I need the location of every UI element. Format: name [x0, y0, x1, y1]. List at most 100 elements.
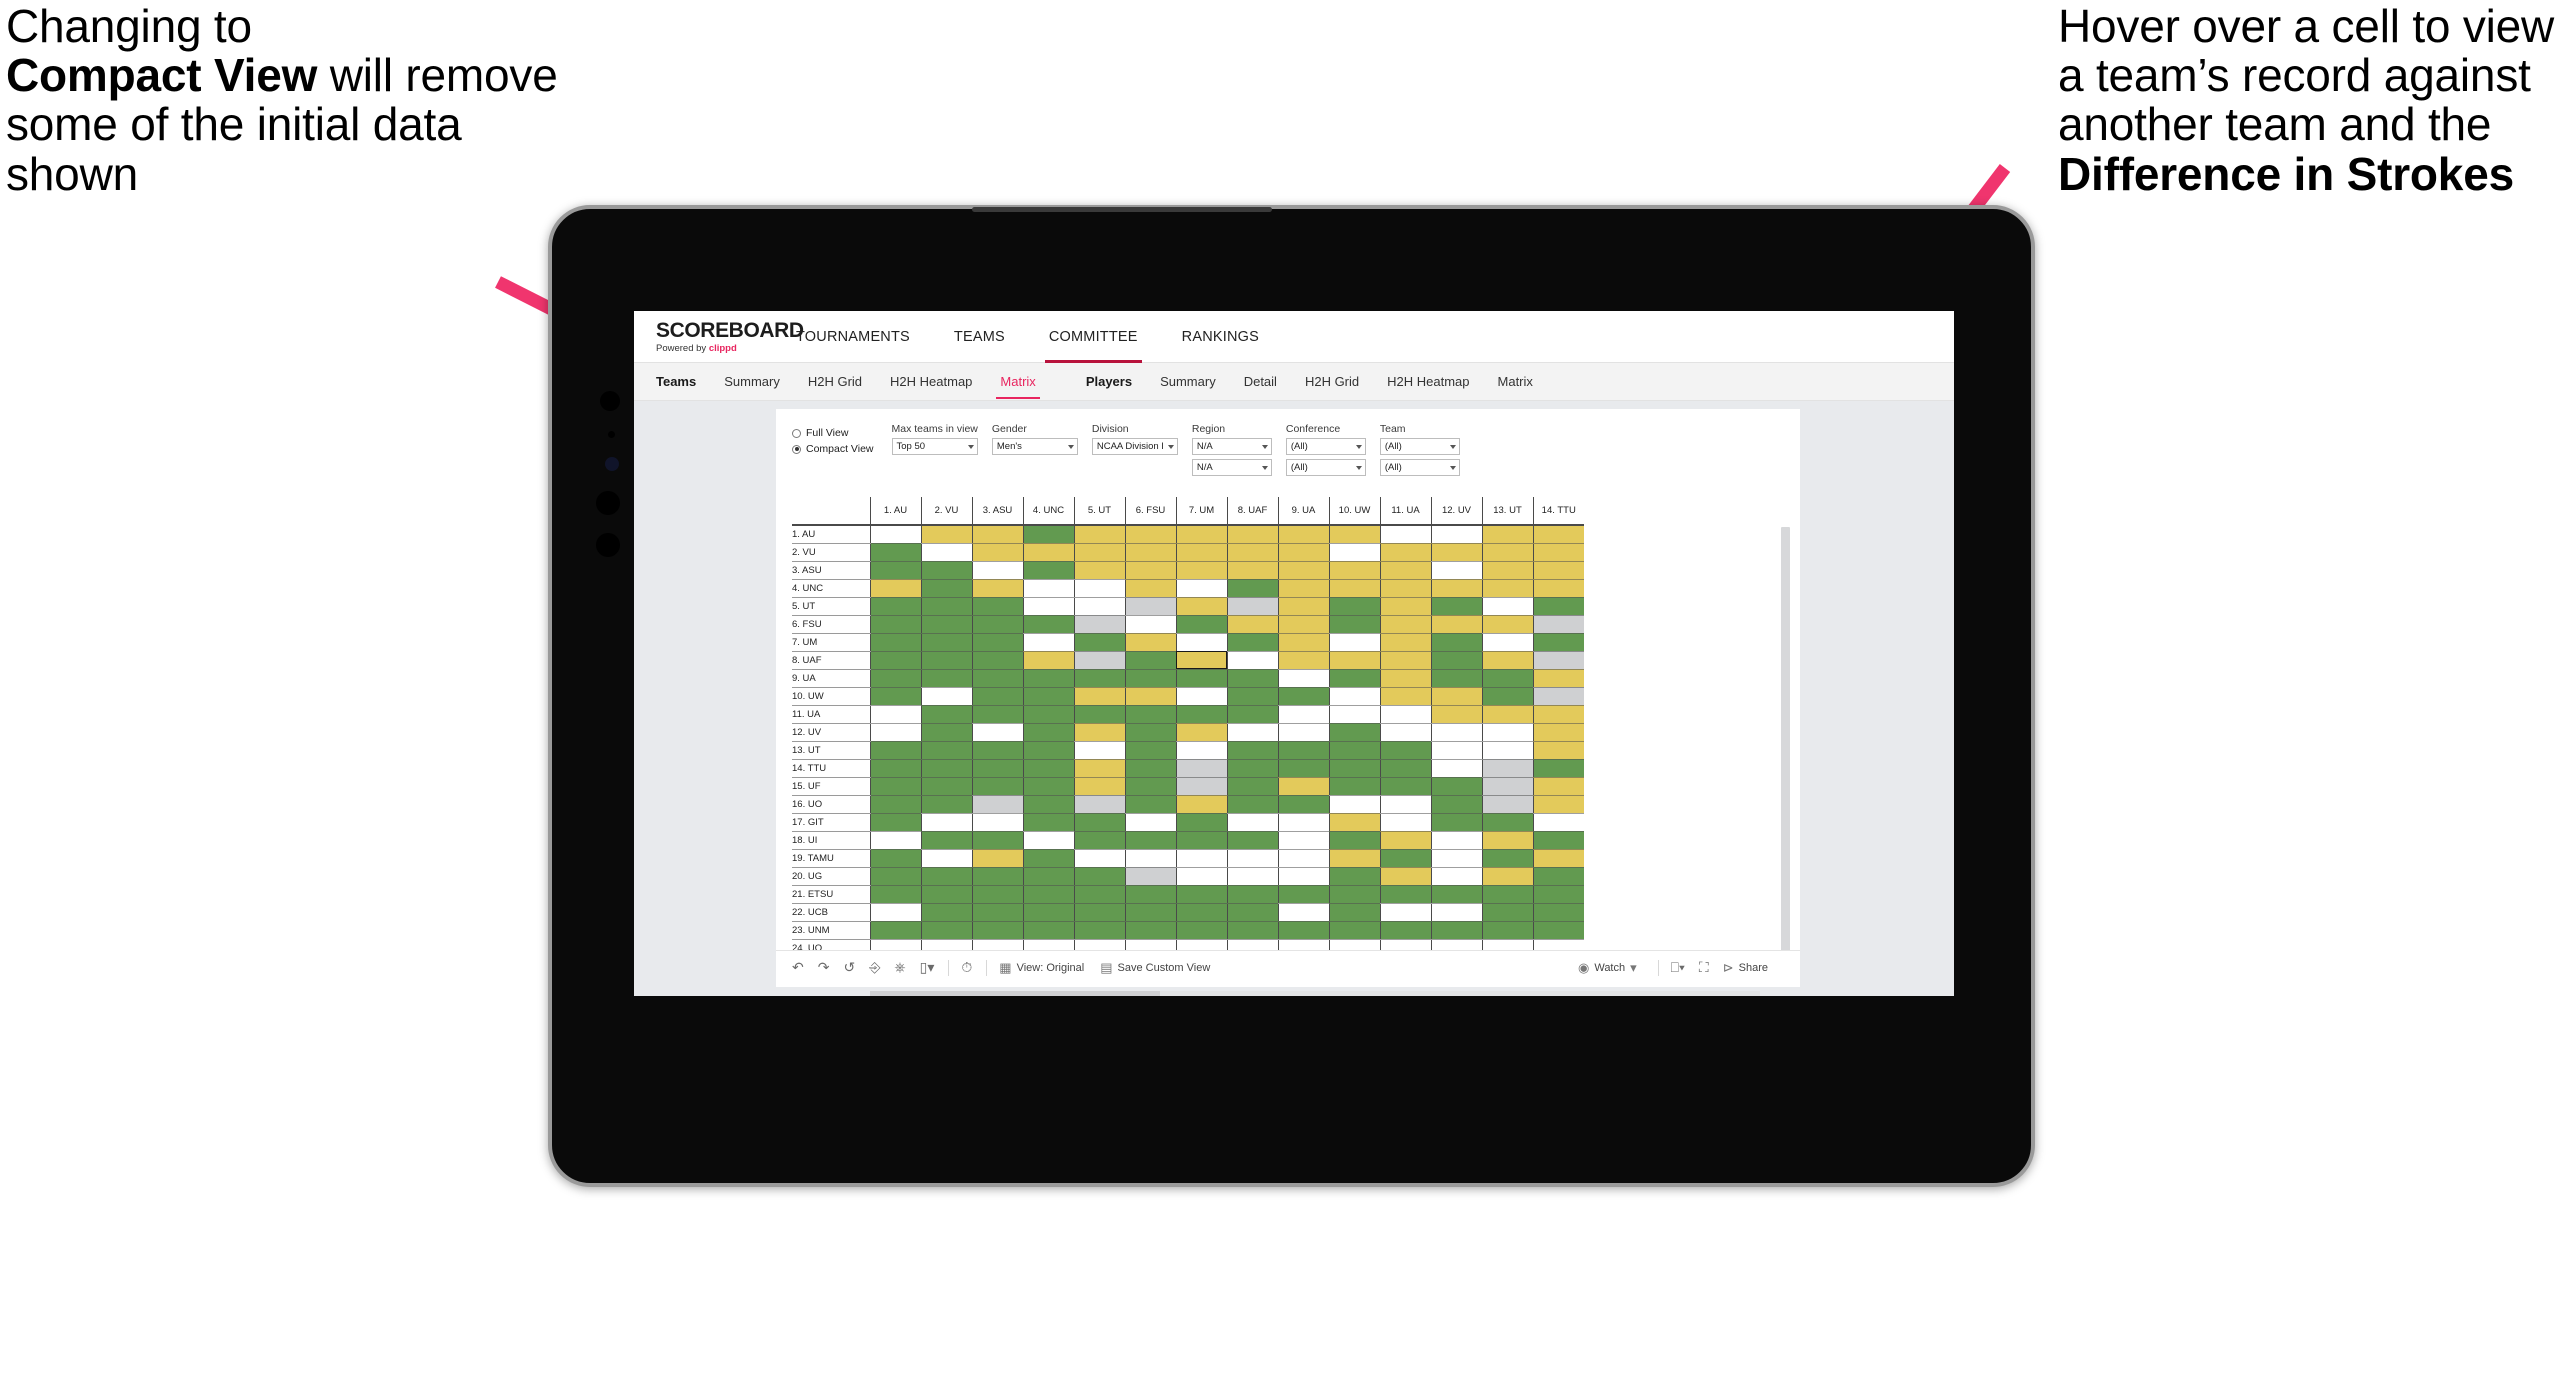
matrix-cell[interactable] [1379, 615, 1431, 634]
matrix-cell[interactable] [1022, 669, 1074, 688]
matrix-cell[interactable] [920, 921, 972, 940]
matrix-cell[interactable] [1175, 795, 1227, 814]
matrix-cell[interactable] [971, 615, 1023, 634]
matrix-cell[interactable] [1277, 777, 1329, 796]
save-custom-view-button[interactable]: ▤ Save Custom View [1100, 960, 1210, 976]
matrix-cell[interactable] [1073, 813, 1125, 832]
matrix-cell[interactable] [1532, 597, 1584, 616]
matrix-cell[interactable] [1430, 741, 1482, 760]
matrix-cell[interactable] [1328, 597, 1380, 616]
matrix-cell[interactable] [1532, 705, 1584, 724]
matrix-cell[interactable] [1379, 651, 1431, 670]
matrix-cell[interactable] [971, 795, 1023, 814]
matrix-cell[interactable] [1175, 579, 1227, 598]
matrix-cell[interactable] [1481, 705, 1533, 724]
pause-updates-icon[interactable]: ⎈ [894, 959, 905, 976]
matrix-cell[interactable] [1277, 741, 1329, 760]
matrix-cell[interactable] [971, 597, 1023, 616]
matrix-cell[interactable] [1328, 705, 1380, 724]
matrix-cell[interactable] [1277, 543, 1329, 562]
matrix-cell[interactable] [1073, 903, 1125, 922]
matrix-cell[interactable] [1328, 687, 1380, 706]
matrix-cell[interactable] [1175, 669, 1227, 688]
matrix-cell[interactable] [920, 651, 972, 670]
filter-region-select-1[interactable]: N/A [1191, 438, 1272, 455]
filter-division-select[interactable]: NCAA Division I [1091, 438, 1178, 455]
matrix-cell[interactable] [1532, 813, 1584, 832]
matrix-cell[interactable] [1226, 579, 1278, 598]
matrix-cell[interactable] [869, 849, 921, 868]
matrix-cell[interactable] [1073, 525, 1125, 544]
matrix-cell[interactable] [869, 795, 921, 814]
matrix-cell[interactable] [1226, 597, 1278, 616]
matrix-cell[interactable] [1124, 741, 1176, 760]
matrix-cell[interactable] [1277, 723, 1329, 742]
matrix-cell[interactable] [1124, 597, 1176, 616]
matrix-cell[interactable] [1124, 777, 1176, 796]
matrix-cell[interactable] [1175, 687, 1227, 706]
matrix-cell[interactable] [1277, 687, 1329, 706]
matrix-cell[interactable] [1022, 885, 1074, 904]
matrix-cell[interactable] [1022, 795, 1074, 814]
subtab-teams-h2h-grid[interactable]: H2H Grid [794, 363, 876, 401]
matrix-cell[interactable] [1226, 741, 1278, 760]
matrix-cell[interactable] [1124, 921, 1176, 940]
matrix-cell[interactable] [971, 831, 1023, 850]
matrix-cell[interactable] [1175, 777, 1227, 796]
matrix-cell[interactable] [1328, 885, 1380, 904]
matrix-cell[interactable] [1430, 759, 1482, 778]
matrix-cell[interactable] [1328, 669, 1380, 688]
matrix-cell[interactable] [1124, 687, 1176, 706]
matrix-cell[interactable] [1328, 615, 1380, 634]
matrix-cell[interactable] [920, 723, 972, 742]
matrix-cell[interactable] [1073, 885, 1125, 904]
fullscreen-icon[interactable]: ⛶ [1699, 959, 1709, 976]
matrix-cell[interactable] [1481, 579, 1533, 598]
matrix-cell[interactable] [1532, 669, 1584, 688]
matrix-cell[interactable] [1022, 903, 1074, 922]
matrix-cell[interactable] [1175, 723, 1227, 742]
matrix-cell[interactable] [1124, 615, 1176, 634]
matrix-cell[interactable] [1226, 885, 1278, 904]
matrix-cell[interactable] [1175, 741, 1227, 760]
matrix-cell[interactable] [1277, 849, 1329, 868]
matrix-cell[interactable] [1328, 903, 1380, 922]
matrix-cell[interactable] [869, 597, 921, 616]
matrix-cell[interactable] [1430, 633, 1482, 652]
subtab-players-matrix[interactable]: Matrix [1484, 363, 1547, 401]
filter-conference-select-2[interactable]: (All) [1285, 459, 1366, 476]
matrix-cell[interactable] [1226, 723, 1278, 742]
matrix-cell[interactable] [1277, 795, 1329, 814]
matrix-cell[interactable] [1430, 651, 1482, 670]
matrix-cell[interactable] [1277, 867, 1329, 886]
matrix-cell[interactable] [1226, 813, 1278, 832]
matrix-cell[interactable] [971, 813, 1023, 832]
matrix-cell[interactable] [1073, 615, 1125, 634]
matrix-cell[interactable] [1430, 831, 1482, 850]
matrix-cell[interactable] [1175, 651, 1227, 670]
matrix-cell[interactable] [1226, 831, 1278, 850]
matrix-cell[interactable] [971, 723, 1023, 742]
matrix-cell[interactable] [971, 705, 1023, 724]
matrix-cell[interactable] [1379, 633, 1431, 652]
matrix-cell[interactable] [1124, 831, 1176, 850]
subtab-teams-matrix[interactable]: Matrix [986, 363, 1049, 401]
matrix-cell[interactable] [1175, 633, 1227, 652]
matrix-cell[interactable] [1481, 669, 1533, 688]
matrix-cell[interactable] [1481, 597, 1533, 616]
matrix-cell[interactable] [1328, 831, 1380, 850]
matrix-cell[interactable] [1022, 813, 1074, 832]
matrix-cell[interactable] [869, 777, 921, 796]
matrix-cell[interactable] [1379, 759, 1431, 778]
matrix-cell[interactable] [869, 525, 921, 544]
matrix-cell[interactable] [1022, 543, 1074, 562]
matrix-cell[interactable] [1379, 543, 1431, 562]
matrix-cell[interactable] [1073, 741, 1125, 760]
matrix-cell[interactable] [1226, 687, 1278, 706]
tablet-button-2[interactable] [596, 533, 620, 557]
matrix-cell[interactable] [1379, 921, 1431, 940]
matrix-cell[interactable] [1328, 741, 1380, 760]
subtab-teams-summary[interactable]: Summary [710, 363, 794, 401]
matrix-cell[interactable] [1532, 579, 1584, 598]
matrix-cell[interactable] [1532, 759, 1584, 778]
